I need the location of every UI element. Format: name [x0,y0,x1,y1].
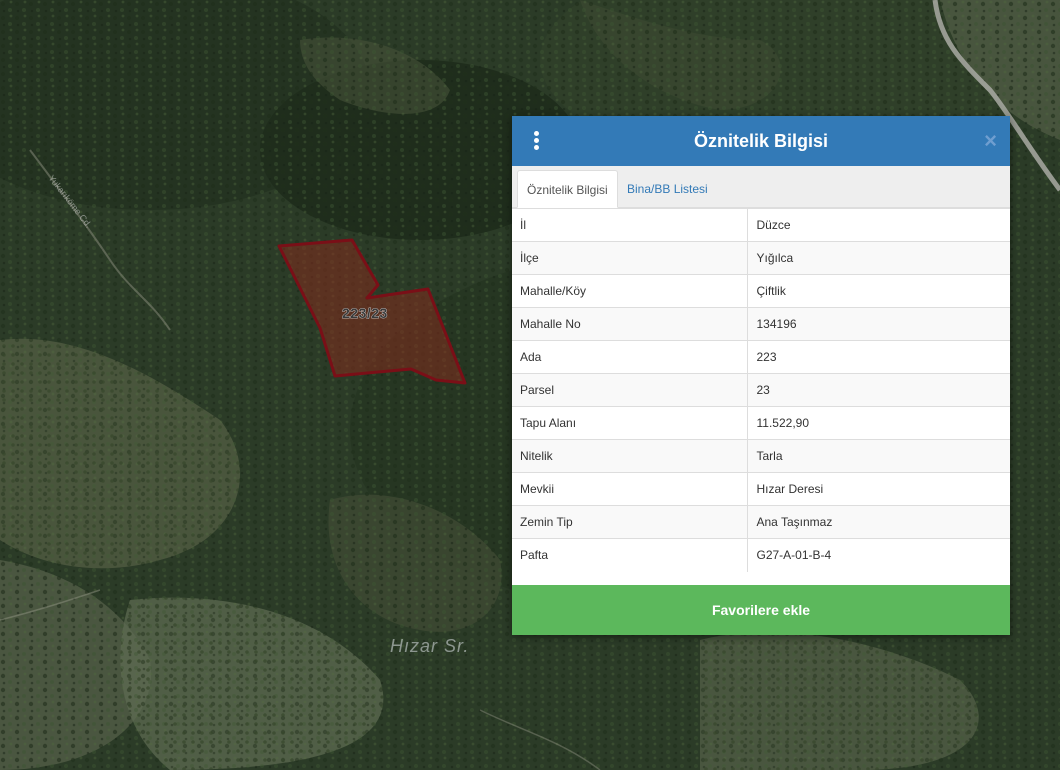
row-key: Ada [512,340,748,374]
row-value: 134196 [747,307,1010,341]
table-row: Parsel 23 [512,373,1010,407]
table-row: Pafta G27-A-01-B-4 [512,538,1010,572]
row-value: 11.522,90 [747,406,1010,440]
table-row: İlçe Yığılca [512,241,1010,275]
row-value: Tarla [747,439,1010,473]
row-value: 223 [747,340,1010,374]
row-key: Pafta [512,538,748,572]
panel-tabs: Öznitelik Bilgisi Bina/BB Listesi [512,166,1010,208]
row-key: Tapu Alanı [512,406,748,440]
table-row: İl Düzce [512,208,1010,242]
table-row: Tapu Alanı 11.522,90 [512,406,1010,440]
row-value: Hızar Deresi [747,472,1010,506]
table-row: Mahalle/Köy Çiftlik [512,274,1010,308]
parcel-label: 223/23 [342,305,388,321]
row-key: İl [512,208,748,242]
row-value: G27-A-01-B-4 [747,538,1010,572]
tab-building-list[interactable]: Bina/BB Listesi [618,170,717,208]
row-value: Düzce [747,208,1010,242]
row-value: 23 [747,373,1010,407]
row-value: Çiftlik [747,274,1010,308]
place-label: Hızar Sr. [390,636,469,656]
panel-header: Öznitelik Bilgisi × [512,116,1010,166]
row-key: Mevkii [512,472,748,506]
table-row: Zemin Tip Ana Taşınmaz [512,505,1010,539]
row-value: Yığılca [747,241,1010,275]
tab-attribute-info[interactable]: Öznitelik Bilgisi [517,170,618,208]
row-key: Mahalle/Köy [512,274,748,308]
add-to-favorites-button[interactable]: Favorilere ekle [512,585,1010,635]
row-key: Zemin Tip [512,505,748,539]
row-key: İlçe [512,241,748,275]
row-key: Nitelik [512,439,748,473]
table-row: Nitelik Tarla [512,439,1010,473]
attribute-info-panel: Öznitelik Bilgisi × Öznitelik Bilgisi Bi… [512,116,1010,635]
row-key: Mahalle No [512,307,748,341]
table-row: Ada 223 [512,340,1010,374]
attribute-table: İl Düzce İlçe Yığılca Mahalle/Köy Çiftlik M… [512,208,1010,572]
row-key: Parsel [512,373,748,407]
panel-title: Öznitelik Bilgisi [693,131,829,151]
close-icon[interactable]: × [984,129,997,153]
row-value: Ana Taşınmaz [747,505,1010,539]
table-row: Mahalle No 134196 [512,307,1010,341]
table-row: Mevkii Hızar Deresi [512,472,1010,506]
